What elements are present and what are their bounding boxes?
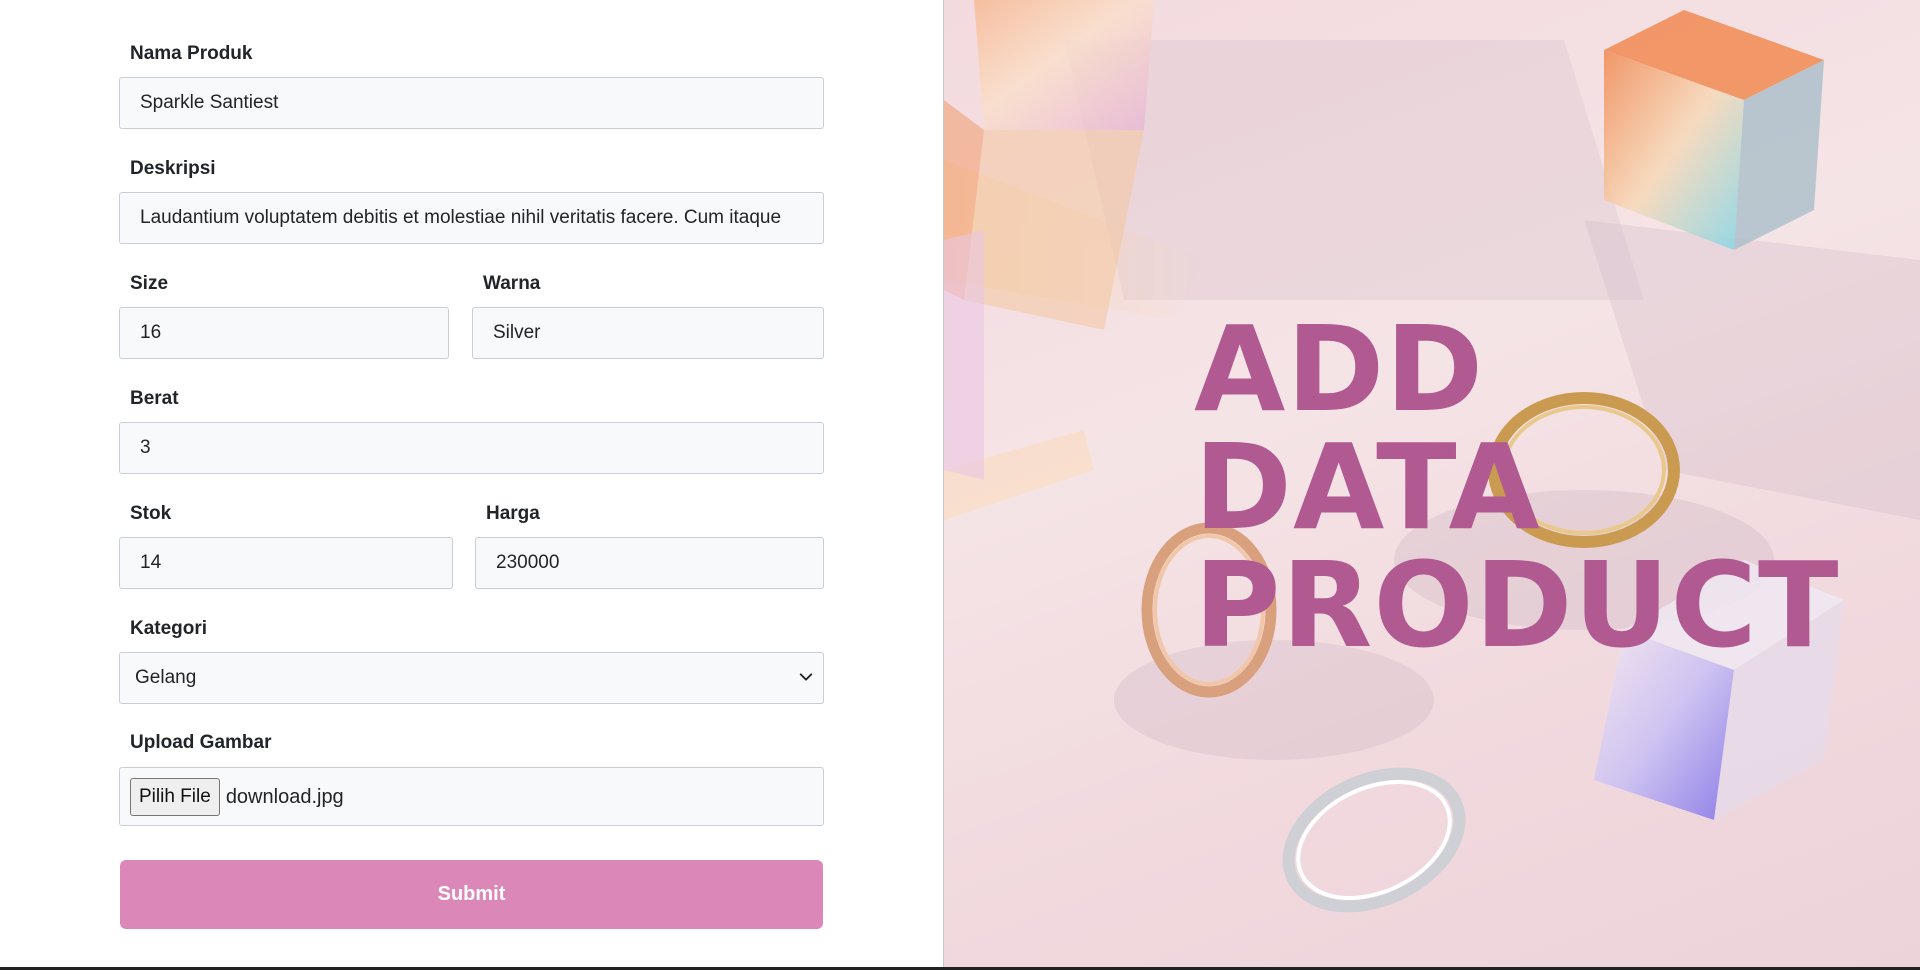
kategori-selected-value: Gelang <box>135 667 197 688</box>
hero-title: ADD DATA PRODUCT <box>1194 310 1840 664</box>
size-input[interactable]: 16 <box>119 307 449 359</box>
submit-button[interactable]: Submit <box>120 860 823 929</box>
warna-label: Warna <box>483 273 541 294</box>
harga-input[interactable]: 230000 <box>475 537 824 589</box>
product-form: Nama Produk Sparkle Santiest Deskripsi L… <box>0 0 943 967</box>
size-label: Size <box>130 273 169 294</box>
upload-gambar-label: Upload Gambar <box>130 732 272 753</box>
nama-produk-input[interactable]: Sparkle Santiest <box>119 77 824 129</box>
deskripsi-label: Deskripsi <box>130 158 216 179</box>
stok-input[interactable]: 14 <box>119 537 453 589</box>
hero-title-line: DATA <box>1194 418 1541 556</box>
selected-file-name: download.jpg <box>225 785 344 808</box>
kategori-label: Kategori <box>130 618 208 639</box>
warna-input[interactable]: Silver <box>472 307 824 359</box>
hero-title-line: ADD <box>1194 300 1485 438</box>
kategori-select[interactable]: Gelang <box>119 652 824 704</box>
nama-produk-label: Nama Produk <box>130 43 253 64</box>
add-product-page: Nama Produk Sparkle Santiest Deskripsi L… <box>0 0 1920 970</box>
chevron-down-icon <box>799 673 813 681</box>
deskripsi-input[interactable]: Laudantium voluptatem debitis et molesti… <box>119 192 824 244</box>
upload-gambar-input[interactable]: Pilih File download.jpg <box>119 767 824 826</box>
hero-title-line: PRODUCT <box>1194 536 1840 674</box>
choose-file-button[interactable]: Pilih File <box>130 777 220 816</box>
harga-label: Harga <box>486 503 540 524</box>
hero-image-panel: ADD DATA PRODUCT <box>944 0 1920 967</box>
berat-input[interactable]: 3 <box>119 422 824 474</box>
stok-label: Stok <box>130 503 172 524</box>
berat-label: Berat <box>130 388 179 409</box>
